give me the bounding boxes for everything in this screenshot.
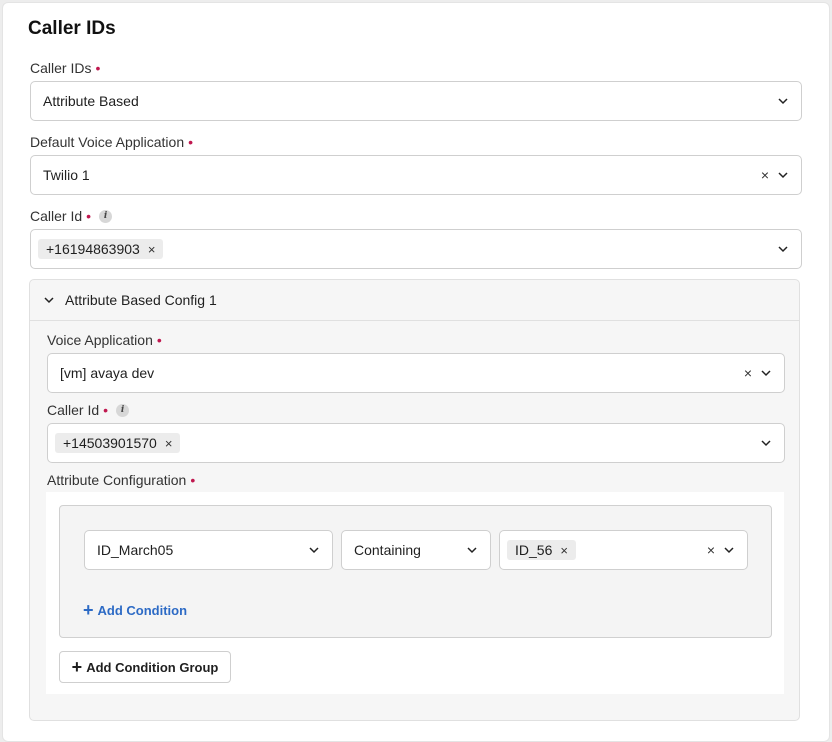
caller-id-label: Caller Id • i — [30, 208, 113, 224]
chevron-down-icon — [309, 547, 319, 554]
chip-remove-icon[interactable]: × — [148, 242, 156, 257]
value-chip: ID_56 × — [507, 540, 576, 560]
chevron-down-icon — [778, 246, 788, 253]
caller-id-chip: +16194863903 × — [38, 239, 164, 259]
attribute-config-header[interactable]: Attribute Based Config 1 — [29, 279, 800, 321]
required-indicator: • — [156, 332, 162, 348]
info-icon[interactable]: i — [99, 209, 113, 223]
add-condition-button[interactable]: + Add Condition — [83, 601, 187, 619]
voice-app-select[interactable]: [vm] avaya dev × — [47, 353, 785, 393]
required-indicator: • — [86, 208, 92, 224]
plus-icon: + — [71, 657, 83, 677]
clear-icon[interactable]: × — [744, 365, 752, 381]
chevron-down-icon — [44, 296, 54, 303]
info-icon[interactable]: i — [116, 403, 130, 417]
attribute-select[interactable]: ID_March05 — [84, 530, 333, 570]
clear-icon[interactable]: × — [707, 542, 715, 558]
chevron-down-icon — [724, 547, 734, 554]
chevron-down-icon — [778, 172, 788, 179]
plus-icon: + — [83, 600, 94, 620]
required-indicator: • — [188, 134, 194, 150]
chevron-down-icon — [761, 440, 771, 447]
attribute-config-label: Attribute Configuration • — [47, 472, 196, 488]
default-voice-app-label: Default Voice Application • — [30, 134, 194, 150]
chevron-down-icon — [761, 370, 771, 377]
operator-select[interactable]: Containing — [341, 530, 491, 570]
config-caller-id-label: Caller Id • i — [47, 402, 130, 418]
caller-ids-select[interactable]: Attribute Based — [30, 81, 802, 121]
clear-icon[interactable]: × — [761, 167, 769, 183]
required-indicator: • — [190, 472, 196, 488]
required-indicator: • — [95, 60, 101, 76]
voice-app-label: Voice Application • — [47, 332, 162, 348]
chevron-down-icon — [778, 98, 788, 105]
caller-id-select[interactable]: +16194863903 × — [30, 229, 802, 269]
required-indicator: • — [103, 402, 109, 418]
chevron-down-icon — [467, 547, 477, 554]
condition-value-select[interactable]: ID_56 × × — [499, 530, 748, 570]
chip-remove-icon[interactable]: × — [560, 543, 568, 558]
caller-ids-label: Caller IDs • — [30, 60, 101, 76]
caller-id-chip: +14503901570 × — [55, 433, 181, 453]
default-voice-app-select[interactable]: Twilio 1 × — [30, 155, 802, 195]
config-caller-id-select[interactable]: +14503901570 × — [47, 423, 785, 463]
page-title: Caller IDs — [28, 18, 116, 39]
add-condition-group-button[interactable]: + Add Condition Group — [59, 651, 231, 683]
chip-remove-icon[interactable]: × — [165, 436, 173, 451]
